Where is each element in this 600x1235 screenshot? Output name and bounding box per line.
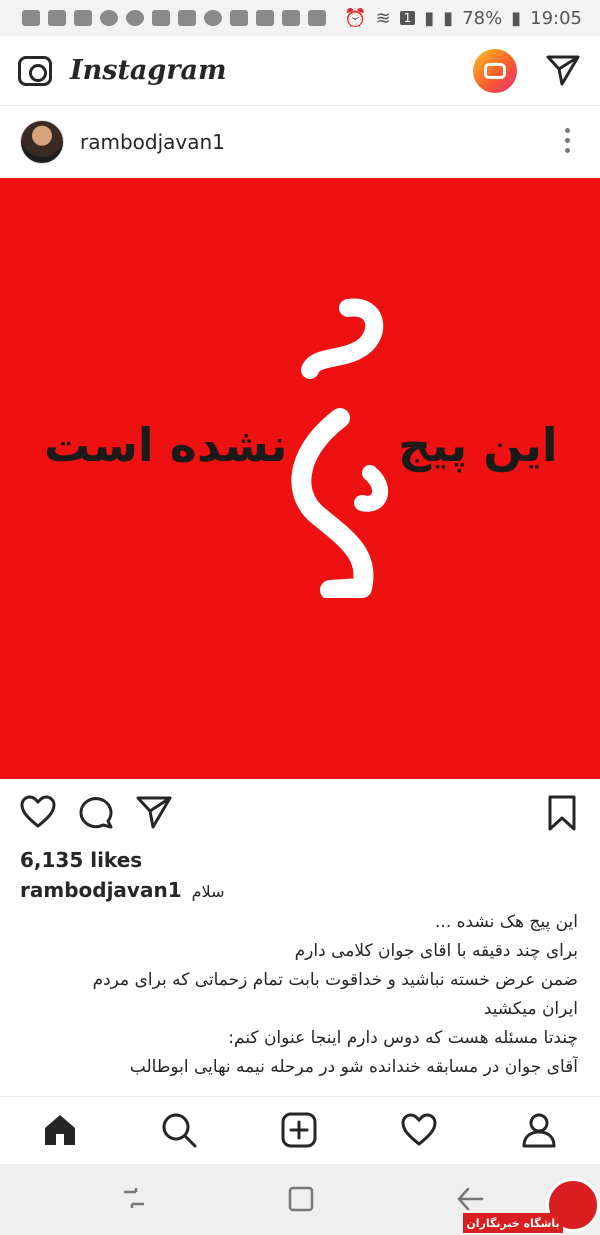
- igtv-icon[interactable]: [473, 49, 517, 93]
- activity-heart-icon[interactable]: [401, 1112, 437, 1148]
- caption-line: این پیج هک نشده ...: [435, 912, 578, 932]
- app-notification-icon: [48, 10, 66, 26]
- signal-icon: ▮: [443, 7, 454, 29]
- system-status: ⏰ ≋ 1 ▮ ▮ 78% ▮ 19:05: [344, 8, 582, 29]
- profile-icon[interactable]: [521, 1112, 557, 1148]
- more-options-icon[interactable]: [565, 128, 570, 153]
- chrome-icon: [100, 10, 118, 26]
- caption-line: چندتا مسئله هست که دوس دارم اینجا عنوان …: [228, 1028, 578, 1048]
- post-image[interactable]: این پیج نشده است: [0, 178, 600, 779]
- watermark-logo: باشگاه خبرنگاران: [463, 1178, 600, 1235]
- search-icon[interactable]: [161, 1112, 197, 1148]
- status-bar: ⏰ ≋ 1 ▮ ▮ 78% ▮ 19:05: [0, 0, 600, 36]
- clock: 19:05: [530, 7, 582, 29]
- notification-icons: [22, 10, 326, 26]
- youtube-icon: [256, 10, 274, 26]
- signal-icon: ▮: [424, 7, 435, 29]
- app-notification-icon: [74, 10, 92, 26]
- sim-badge: 1: [399, 11, 416, 25]
- battery-icon: ▮: [511, 7, 522, 29]
- caption-header: rambodjavan1 سلام: [20, 878, 580, 902]
- post-header: rambodjavan1: [0, 106, 600, 178]
- like-count[interactable]: 6,135 likes: [20, 848, 142, 872]
- google-icon: [204, 10, 222, 26]
- app-notification-icon: [152, 10, 170, 26]
- add-post-icon[interactable]: [281, 1112, 317, 1148]
- caption-line: آقای جوان در مسابقه خندانده شو در مرحله …: [129, 1057, 578, 1077]
- recent-apps-icon[interactable]: [120, 1186, 148, 1210]
- home-icon[interactable]: [42, 1112, 78, 1148]
- key-icon: [230, 10, 248, 26]
- comment-icon[interactable]: [78, 795, 114, 829]
- play-store-icon: [308, 10, 326, 26]
- post-username[interactable]: rambodjavan1: [80, 130, 225, 154]
- alarm-icon: ⏰: [344, 7, 367, 29]
- app-header: Instagram: [0, 36, 600, 106]
- wifi-icon: ≋: [375, 7, 391, 29]
- image-text-left: نشده است: [44, 418, 288, 472]
- message-icon: [22, 10, 40, 26]
- caption-first-word: سلام: [191, 882, 225, 901]
- post-caption: این پیج هک نشده ... برای چند دقیقه با اق…: [18, 908, 578, 1096]
- camera-icon[interactable]: [18, 55, 52, 86]
- battery-percent: 78%: [462, 7, 503, 29]
- direct-send-icon[interactable]: [546, 54, 580, 86]
- hack-calligraphy-glyph: [291, 298, 389, 598]
- like-heart-icon[interactable]: [20, 795, 56, 829]
- share-send-icon[interactable]: [136, 795, 172, 829]
- caption-line: ایران میکشید: [483, 999, 578, 1019]
- image-text-right: این پیج: [398, 418, 558, 472]
- twitter-icon: [282, 10, 300, 26]
- chrome-icon: [126, 10, 144, 26]
- bottom-nav: [0, 1096, 600, 1164]
- avatar[interactable]: [20, 120, 64, 164]
- post-actions: [0, 779, 600, 849]
- caption-line: برای چند دقیقه با اقای جوان کلامی دارم: [294, 941, 578, 961]
- home-button-icon[interactable]: [288, 1186, 314, 1212]
- app-logo: Instagram: [70, 55, 227, 86]
- bookmark-icon[interactable]: [548, 795, 576, 831]
- caption-line: ضمن عرض خسته نباشید و خداقوت بابت تمام ز…: [92, 970, 578, 990]
- caption-username[interactable]: rambodjavan1: [20, 878, 182, 902]
- app-notification-icon: [178, 10, 196, 26]
- watermark-text: باشگاه خبرنگاران: [463, 1213, 563, 1233]
